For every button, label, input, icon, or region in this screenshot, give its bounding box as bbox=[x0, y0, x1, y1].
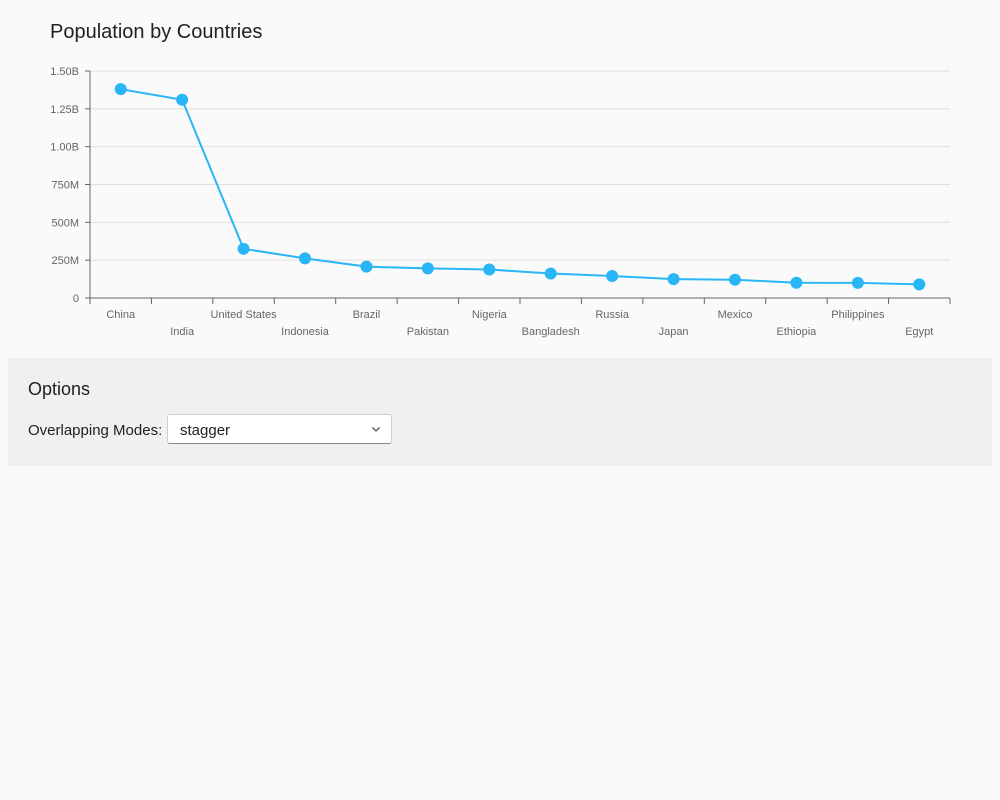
overlap-modes-select[interactable]: stagger bbox=[167, 414, 392, 444]
y-tick-label: 250M bbox=[51, 255, 79, 267]
chart-container: Population by Countries 0 250M 500M 750M 1.0… bbox=[0, 0, 1000, 350]
data-point bbox=[483, 263, 496, 276]
x-tick-label: Japan bbox=[659, 326, 689, 338]
x-tick-label: Bangladesh bbox=[522, 326, 580, 338]
y-tick-label: 1.00B bbox=[50, 142, 79, 154]
options-panel: Options Overlapping Modes: stagger bbox=[8, 358, 992, 466]
population-line-chart: 0 250M 500M 750M 1.00B 1.25B 1.50B China India Un… bbox=[50, 66, 951, 338]
x-tick-label: United States bbox=[211, 309, 278, 321]
x-tick-label: Indonesia bbox=[281, 326, 330, 338]
data-point bbox=[544, 267, 557, 280]
y-tick-label: 1.25B bbox=[50, 104, 79, 116]
data-point bbox=[237, 242, 250, 255]
x-tick-label: Ethiopia bbox=[777, 326, 818, 338]
data-point bbox=[606, 270, 619, 283]
data-point bbox=[729, 273, 741, 286]
x-tick-label: Egypt bbox=[905, 326, 933, 338]
x-tick-label: Philippines bbox=[831, 309, 885, 321]
x-tick-label: Pakistan bbox=[407, 326, 449, 338]
data-point bbox=[851, 276, 864, 289]
data-point bbox=[360, 260, 373, 273]
x-tick-label: Brazil bbox=[353, 309, 381, 321]
options-title: Options bbox=[28, 379, 91, 399]
series-line bbox=[120, 88, 920, 286]
y-tick-label: 1.50B bbox=[50, 66, 79, 78]
x-tick-label: China bbox=[106, 309, 136, 321]
data-point bbox=[299, 252, 311, 265]
chevron-down-icon bbox=[372, 427, 380, 432]
data-point bbox=[114, 83, 127, 96]
data-point bbox=[790, 276, 803, 289]
overlap-modes-label: Overlapping Modes: bbox=[28, 422, 163, 439]
y-tick-label: 500M bbox=[51, 217, 79, 229]
y-tick-label: 0 bbox=[73, 293, 79, 305]
data-point bbox=[913, 278, 926, 291]
x-tick-label: Russia bbox=[595, 309, 630, 321]
data-point bbox=[667, 273, 680, 286]
x-tick-label: Nigeria bbox=[472, 309, 508, 321]
x-tick-label: India bbox=[170, 326, 195, 338]
data-point bbox=[176, 93, 189, 106]
overlap-modes-value: stagger bbox=[180, 422, 231, 439]
y-tick-label: 750M bbox=[51, 180, 79, 192]
data-point bbox=[421, 262, 434, 275]
x-tick-label: Mexico bbox=[718, 309, 753, 321]
